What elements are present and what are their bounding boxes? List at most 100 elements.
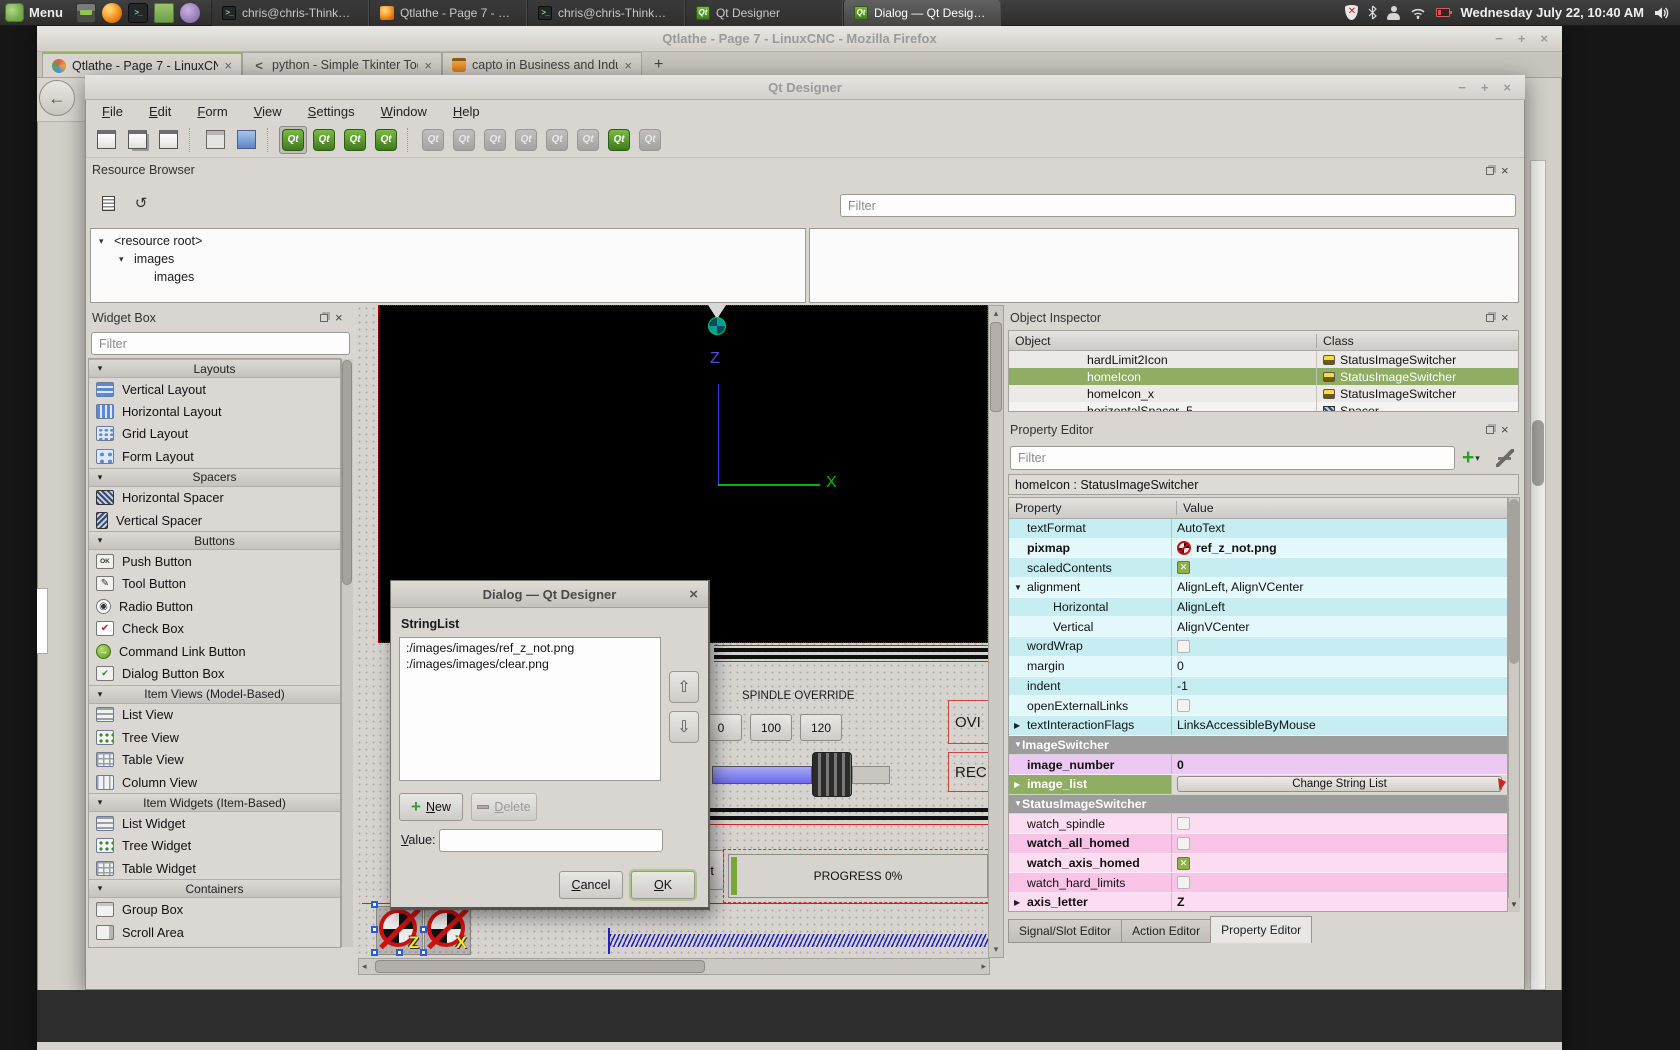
- file-manager-icon[interactable]: [154, 3, 174, 23]
- menu-button[interactable]: Menu: [29, 5, 63, 20]
- taskbar-window-button[interactable]: QtDialog — Qt Designer: [843, 0, 1001, 26]
- object-inspector-row[interactable]: hardLimit2IconStatusImageSwitcher: [1009, 351, 1518, 368]
- firefox-scrollbar[interactable]: [1530, 160, 1546, 990]
- widget-box-category[interactable]: ▾Containers: [89, 879, 340, 898]
- widget-box-item[interactable]: Table View: [89, 748, 340, 770]
- z-unhomed-status-icon[interactable]: Z: [376, 906, 423, 955]
- spindle-slider-handle[interactable]: [812, 752, 852, 797]
- reload-button[interactable]: ↺: [128, 190, 154, 216]
- float-dock-icon[interactable]: [1486, 426, 1494, 434]
- property-row[interactable]: watch_spindle: [1009, 814, 1507, 834]
- close-icon[interactable]: ×: [1501, 166, 1509, 176]
- property-row[interactable]: indent-1: [1009, 677, 1507, 697]
- string-list-item[interactable]: :/images/images/clear.png: [400, 656, 660, 672]
- back-button[interactable]: ←: [39, 80, 75, 116]
- toolbar-button[interactable]: [92, 126, 120, 154]
- editor-tab[interactable]: Action Editor: [1121, 919, 1210, 943]
- scroll-down-icon[interactable]: ▾: [994, 944, 999, 955]
- property-row[interactable]: ▶axis_letterZ: [1009, 893, 1507, 912]
- override-button[interactable]: 100: [750, 714, 792, 741]
- canvas-hscrollbar-thumb[interactable]: [375, 960, 705, 973]
- property-row[interactable]: watch_axis_homed✕: [1009, 854, 1507, 874]
- close-icon[interactable]: ×: [1501, 425, 1509, 435]
- toolbar-button[interactable]: Qt: [341, 126, 369, 154]
- object-inspector-header[interactable]: Object Class: [1009, 331, 1518, 351]
- close-button[interactable]: ×: [1540, 31, 1548, 46]
- property-row[interactable]: ▶image_listChange String List: [1009, 775, 1507, 795]
- toolbar-button[interactable]: Qt: [372, 126, 400, 154]
- toolbar-button[interactable]: [154, 126, 182, 154]
- unchecked-checkbox[interactable]: [1177, 876, 1190, 889]
- close-button[interactable]: ×: [1503, 80, 1511, 95]
- object-inspector-row[interactable]: horizontalSpacer_5Spacer: [1009, 402, 1518, 412]
- widget-box-item[interactable]: Tree Widget: [89, 835, 340, 857]
- widget-box-category[interactable]: ▾Spacers: [89, 468, 340, 487]
- editor-tab[interactable]: Signal/Slot Editor: [1008, 919, 1121, 943]
- move-up-button[interactable]: ⇧: [669, 671, 699, 703]
- close-icon[interactable]: ×: [689, 586, 698, 603]
- widget-box-item[interactable]: →Command Link Button: [89, 640, 340, 662]
- close-icon[interactable]: ×: [1501, 313, 1509, 323]
- widget-box-scrollbar-thumb[interactable]: [342, 360, 352, 585]
- dialog-titlebar[interactable]: Dialog — Qt Designer ×: [391, 581, 708, 608]
- toolbar-button[interactable]: Qt: [574, 126, 602, 154]
- object-inspector-row[interactable]: homeIconStatusImageSwitcher: [1009, 368, 1518, 385]
- canvas-vscrollbar-thumb[interactable]: [990, 322, 1002, 412]
- value-column-header[interactable]: Value: [1176, 501, 1507, 515]
- editor-tab[interactable]: Property Editor: [1210, 916, 1312, 943]
- string-list[interactable]: :/images/images/ref_z_not.png:/images/im…: [399, 637, 661, 781]
- cancel-button[interactable]: Cancel: [559, 871, 623, 899]
- widget-box-item[interactable]: ◉Radio Button: [89, 595, 340, 617]
- widget-box-item[interactable]: Tree View: [89, 726, 340, 748]
- toolbar-button[interactable]: [123, 126, 151, 154]
- value-input[interactable]: [439, 829, 663, 852]
- menu-item[interactable]: Window: [381, 104, 427, 119]
- minimize-button[interactable]: −: [1495, 31, 1503, 46]
- property-row[interactable]: scaledContents✕: [1009, 558, 1507, 578]
- shield-icon[interactable]: ✕: [1345, 5, 1358, 20]
- unchecked-checkbox[interactable]: [1177, 699, 1190, 712]
- new-tab-button[interactable]: +: [642, 56, 675, 74]
- widget-box-item[interactable]: ✔Dialog Button Box: [89, 662, 340, 684]
- widget-box-item[interactable]: Column View: [89, 771, 340, 793]
- override-button[interactable]: 120: [800, 714, 842, 741]
- property-row[interactable]: ▼alignmentAlignLeft, AlignVCenter: [1009, 578, 1507, 598]
- speaker-icon[interactable]: [1654, 6, 1670, 20]
- float-dock-icon[interactable]: [1486, 167, 1494, 175]
- scroll-down-icon[interactable]: ▼: [1508, 898, 1520, 912]
- property-row[interactable]: VerticalAlignVCenter: [1009, 617, 1507, 637]
- spindle-slider-track[interactable]: [852, 766, 890, 784]
- menu-item[interactable]: File: [102, 104, 123, 119]
- class-column-header[interactable]: Class: [1316, 334, 1518, 348]
- widget-box-item[interactable]: ✔Check Box: [89, 618, 340, 640]
- widget-box-category[interactable]: ▾Buttons: [89, 531, 340, 550]
- delete-button[interactable]: Delete: [471, 793, 537, 821]
- property-row[interactable]: openExternalLinks: [1009, 696, 1507, 716]
- selection-handle[interactable]: [396, 949, 403, 956]
- property-row[interactable]: margin0: [1009, 657, 1507, 677]
- qt-designer-titlebar[interactable]: Qt Designer − + ×: [85, 75, 1525, 100]
- widget-box-item[interactable]: [89, 943, 340, 948]
- selection-handle[interactable]: [371, 949, 378, 956]
- toolbar-button[interactable]: Qt: [450, 126, 478, 154]
- menu-item[interactable]: View: [254, 104, 282, 119]
- taskbar-window-button[interactable]: QtQt Designer: [685, 0, 843, 26]
- menu-item[interactable]: Edit: [149, 104, 171, 119]
- terminal-icon[interactable]: >_: [128, 3, 148, 23]
- change-string-list-button[interactable]: Change String List: [1177, 776, 1502, 792]
- selection-handle[interactable]: [371, 926, 378, 933]
- property-column-header[interactable]: Property: [1009, 501, 1176, 515]
- resource-tree-item[interactable]: images: [91, 268, 805, 286]
- taskbar-window-button[interactable]: >_chris@chris-ThinkPa...: [527, 0, 685, 26]
- scroll-up-icon[interactable]: ▴: [994, 308, 999, 319]
- tab-close-icon[interactable]: ×: [424, 58, 432, 73]
- pidgin-icon[interactable]: [180, 3, 200, 23]
- selection-handle[interactable]: [371, 901, 378, 908]
- taskbar-window-button[interactable]: Qtlathe - Page 7 - Lin...: [369, 0, 527, 26]
- toolbar-button[interactable]: Qt: [543, 126, 571, 154]
- bluetooth-icon[interactable]: [1368, 5, 1377, 20]
- mint-menu-icon[interactable]: [5, 3, 24, 22]
- menu-item[interactable]: Form: [197, 104, 227, 119]
- widget-box-item[interactable]: Group Box: [89, 898, 340, 920]
- checked-checkbox[interactable]: ✕: [1177, 857, 1190, 870]
